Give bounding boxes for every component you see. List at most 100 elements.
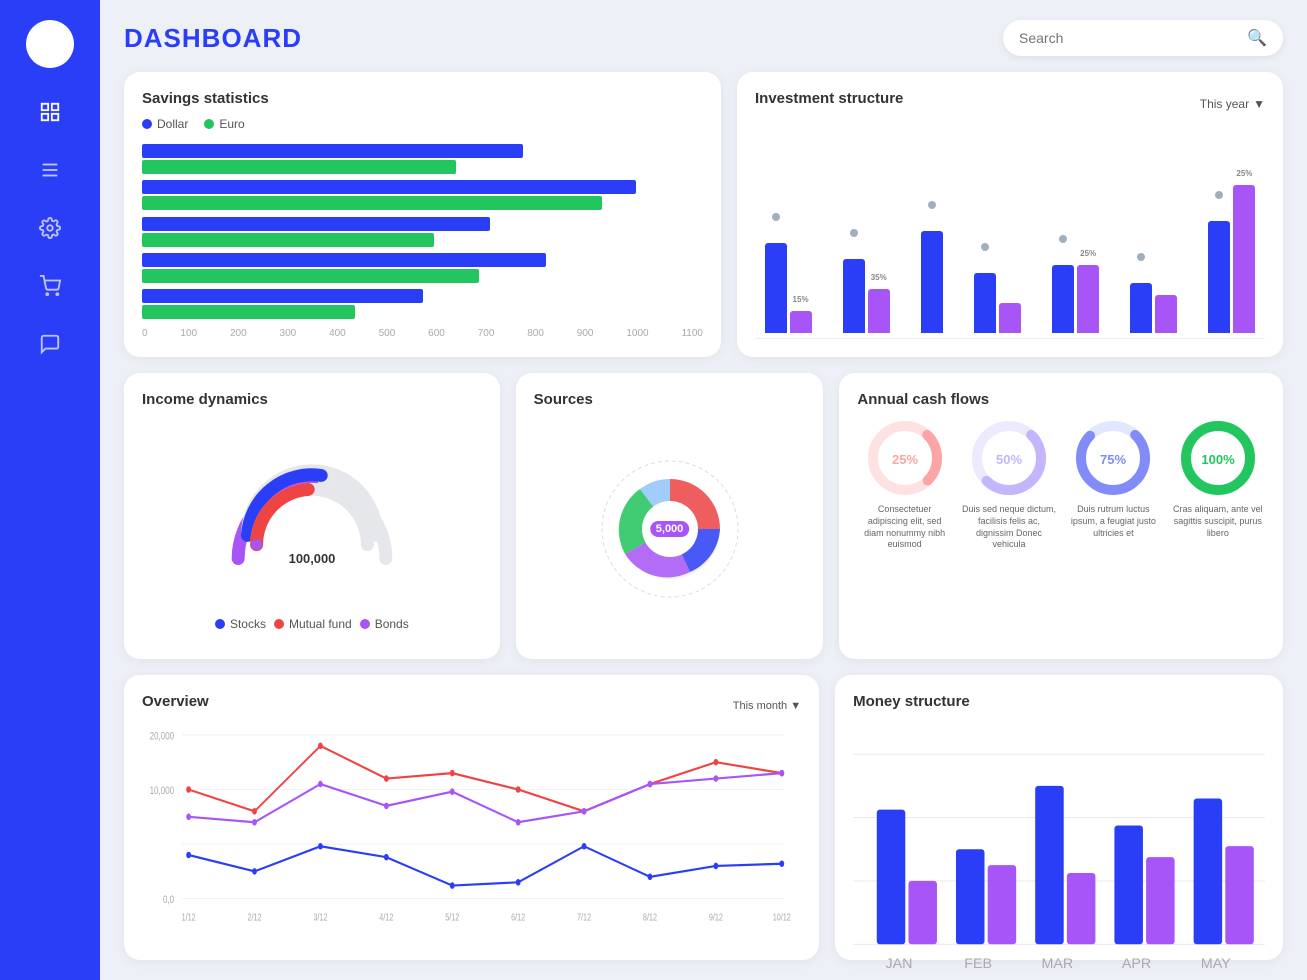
inv-bar-blue-6 — [1130, 283, 1152, 333]
inv-dot-2 — [850, 229, 858, 237]
hbar-row-2 — [142, 180, 703, 210]
sidebar-item-list[interactable] — [36, 156, 64, 184]
income-chart: 100,000 — [142, 418, 482, 616]
svg-text:50%: 50% — [996, 452, 1022, 467]
line-chart: 20,000 10,000 0,0 — [142, 724, 801, 942]
inv-group-6 — [1130, 283, 1177, 333]
svg-text:5/12: 5/12 — [445, 911, 459, 922]
chevron-down-icon: ▼ — [1253, 97, 1265, 111]
money-title: Money structure — [853, 693, 1265, 710]
inv-bar-purple-7: 25% — [1233, 185, 1255, 333]
main-content: DASHBOARD 🔍 Savings statistics Dollar Eu… — [100, 0, 1307, 980]
overview-card: Overview This month ▼ 20,000 10,000 0,0 — [124, 675, 819, 960]
cashflow-grid: 25% Consectetuer adipiscing elit, sed di… — [857, 418, 1265, 640]
svg-text:3/12: 3/12 — [313, 911, 327, 922]
sidebar-item-dashboard[interactable] — [36, 98, 64, 126]
inv-bar-purple-1: 15% — [790, 311, 812, 333]
sources-center: 5,000 — [650, 521, 690, 537]
page-title: DASHBOARD — [124, 23, 302, 54]
inv-bar-blue-4 — [974, 273, 996, 333]
inv-bar-purple-5: 25% — [1077, 265, 1099, 333]
cashflow-item-2: 50% Duis sed neque dictum, facilisis fel… — [962, 418, 1056, 640]
inv-bar-blue-3: 85% — [921, 231, 943, 333]
savings-card: Savings statistics Dollar Euro — [124, 72, 721, 357]
euro-dot — [204, 119, 214, 129]
inv-bar-purple-4 — [999, 303, 1021, 333]
legend-euro: Euro — [204, 117, 244, 131]
legend-stocks: Stocks — [215, 617, 266, 631]
savings-legend: Dollar Euro — [142, 117, 703, 131]
cashflows-title: Annual cash flows — [857, 391, 1265, 408]
inv-group-2: 60% 35% — [843, 259, 890, 333]
topbar: DASHBOARD 🔍 — [124, 20, 1283, 56]
inv-group-4 — [974, 273, 1021, 333]
avatar[interactable] — [26, 20, 74, 68]
svg-text:MAR: MAR — [1042, 956, 1074, 972]
inv-group-7: 95% 25% — [1208, 185, 1255, 333]
inv-bar-purple-6 — [1155, 295, 1177, 333]
inv-dot-3 — [928, 201, 936, 209]
euro-label: Euro — [219, 117, 244, 131]
inv-dot-6 — [1137, 253, 1145, 261]
inv-bar-purple-2: 35% — [868, 289, 890, 333]
inv-dot-5 — [1059, 235, 1067, 243]
svg-text:4/12: 4/12 — [379, 911, 393, 922]
sources-value: 5,000 — [650, 521, 690, 537]
overview-svg: 20,000 10,000 0,0 — [142, 724, 801, 942]
hbar-euro-5 — [142, 305, 355, 319]
sidebar-item-cart[interactable] — [36, 272, 64, 300]
svg-text:JAN: JAN — [886, 956, 913, 972]
cashflow-item-1: 25% Consectetuer adipiscing elit, sed di… — [857, 418, 951, 640]
svg-text:10,000: 10,000 — [150, 784, 175, 797]
cashflow-desc-3: Duis rutrum luctus ipsum, a feugiat just… — [1066, 504, 1160, 539]
money-chart-wrap: JAN FEB MAR APR MAY — [853, 720, 1265, 978]
hbar-row-1 — [142, 144, 703, 174]
svg-text:APR: APR — [1122, 956, 1151, 972]
investment-filter[interactable]: This year ▼ — [1200, 97, 1265, 111]
svg-text:9/12: 9/12 — [709, 911, 723, 922]
row3: Overview This month ▼ 20,000 10,000 0,0 — [124, 675, 1283, 960]
svg-text:25%: 25% — [892, 452, 918, 467]
search-input[interactable] — [1019, 30, 1239, 46]
hbar-euro-1 — [142, 160, 456, 174]
legend-bonds: Bonds — [360, 617, 409, 631]
sidebar-item-chat[interactable] — [36, 330, 64, 358]
income-card: Income dynamics 100,000 — [124, 373, 500, 658]
inv-dot-7 — [1215, 191, 1223, 199]
cashflow-desc-1: Consectetuer adipiscing elit, sed diam n… — [857, 504, 951, 551]
search-bar[interactable]: 🔍 — [1003, 20, 1283, 56]
overview-header: Overview This month ▼ — [142, 693, 801, 720]
money-card: Money structure — [835, 675, 1283, 960]
overview-filter[interactable]: This month ▼ — [733, 700, 801, 712]
income-title: Income dynamics — [142, 391, 482, 408]
cashflow-item-3: 75% Duis rutrum luctus ipsum, a feugiat … — [1066, 418, 1160, 640]
sidebar-item-settings[interactable] — [36, 214, 64, 242]
sources-chart: 5,000 — [534, 418, 806, 640]
investment-header: Investment structure This year ▼ — [755, 90, 1265, 117]
row1: Savings statistics Dollar Euro — [124, 72, 1283, 357]
svg-text:1/12: 1/12 — [182, 911, 196, 922]
hbar-euro-3 — [142, 233, 434, 247]
sidebar — [0, 0, 100, 980]
speedometer-svg: 100,000 — [212, 457, 412, 577]
hbar-euro-2 — [142, 196, 602, 210]
inv-dot-4 — [981, 243, 989, 251]
legend-dollar: Dollar — [142, 117, 188, 131]
svg-text:6/12: 6/12 — [511, 911, 525, 922]
savings-title: Savings statistics — [142, 90, 703, 107]
hbar-row-5 — [142, 289, 703, 319]
cashflows-card: Annual cash flows 25% Consectetuer adipi… — [839, 373, 1283, 658]
hbar-dollar-3 — [142, 217, 490, 231]
income-value: 100,000 — [289, 552, 336, 567]
cashflow-desc-2: Duis sed neque dictum, facilisis felis a… — [962, 504, 1056, 551]
svg-text:0,0: 0,0 — [163, 894, 174, 907]
inv-bar-blue-5: 25% — [1052, 265, 1074, 333]
dollar-label: Dollar — [157, 117, 188, 131]
sources-title: Sources — [534, 391, 806, 408]
hbar-dollar-2 — [142, 180, 636, 194]
inv-bar-blue-1: 75% — [765, 243, 787, 333]
hbar-row-4 — [142, 253, 703, 283]
svg-text:75%: 75% — [1100, 452, 1126, 467]
svg-text:MAY: MAY — [1201, 956, 1231, 972]
chevron-down-icon: ▼ — [790, 700, 801, 712]
